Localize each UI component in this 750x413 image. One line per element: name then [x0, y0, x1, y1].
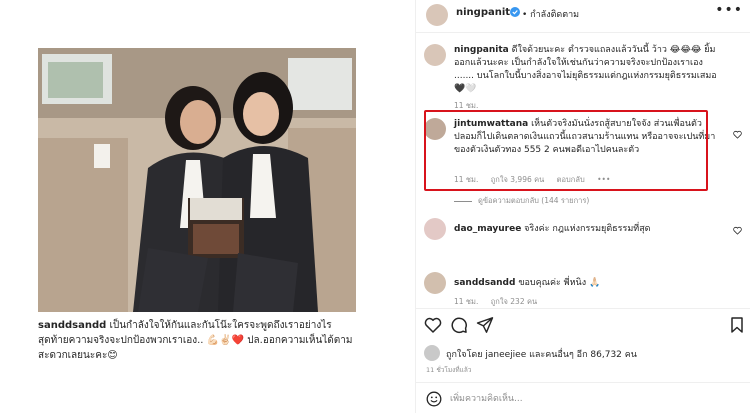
caption-body: ningpanita ดีใจด้วยนะคะ ตำรวจแถลงแล้ววัน…: [454, 44, 722, 96]
likes-row: ถูกใจโดย janeejiee และคนอื่นๆ อีก 86,732…: [424, 345, 746, 361]
comment-text: จริงค่ะ กฎแห่งกรรมยุติธรรมที่สุด: [521, 224, 651, 234]
emoji-icon[interactable]: [426, 391, 442, 407]
more-options-icon[interactable]: •••: [715, 2, 743, 18]
liker-avatar[interactable]: [424, 345, 440, 361]
post-photo: [38, 48, 356, 312]
comment-username[interactable]: dao_mayuree: [454, 224, 521, 234]
caption-time[interactable]: 11 ชม.: [454, 101, 478, 110]
author-avatar[interactable]: [426, 4, 448, 26]
comment-like-heart-icon[interactable]: [733, 226, 742, 235]
comment-body: sanddsandd ขอบคุณค่ะ พี่หนิง 🙏🏻: [454, 277, 722, 290]
action-bar: [424, 316, 746, 338]
post-caption: ningpanita ดีใจด้วยนะคะ ตำรวจแถลงแล้ววัน…: [424, 44, 724, 110]
following-label[interactable]: • กำลังติดตาม: [522, 7, 579, 21]
comment-body: dao_mayuree จริงค่ะ กฎแห่งกรรมยุติธรรมที…: [454, 223, 722, 236]
left-post-caption: sanddsandd เป็นกำลังใจให้กันและกันโน๊ะใค…: [38, 318, 364, 363]
comment-meta: 11 ชม. ถูกใจ 232 คน: [454, 296, 547, 308]
add-comment-input[interactable]: [450, 391, 730, 407]
view-replies-line: [454, 200, 472, 202]
left-post-panel: sanddsandd เป็นกำลังใจให้กันและกันโน๊ะใค…: [0, 0, 400, 413]
heart-icon[interactable]: [424, 316, 442, 334]
comments-panel: ningpanita • กำลังติดตาม ••• ningpanita …: [415, 0, 750, 413]
view-replies-label: ดูข้อความตอบกลับ (144 รายการ): [478, 196, 590, 205]
comment-text: ขอบคุณค่ะ พี่หนิง 🙏🏻: [515, 278, 601, 288]
actions-divider: [416, 308, 750, 309]
caption-avatar[interactable]: [424, 44, 446, 66]
bookmark-icon[interactable]: [728, 316, 746, 334]
comment-item: sanddsandd ขอบคุณค่ะ พี่หนิง 🙏🏻 11 ชม. ถ…: [424, 272, 724, 312]
left-caption-username[interactable]: sanddsandd: [38, 320, 106, 331]
comment-icon[interactable]: [450, 316, 468, 334]
highlight-box: [424, 110, 708, 191]
post-timestamp: 11 ชั่วโมงที่แล้ว: [426, 366, 472, 374]
comment-time[interactable]: 11 ชม.: [454, 297, 478, 306]
comment-username[interactable]: sanddsandd: [454, 278, 515, 288]
likes-count[interactable]: ถูกใจโดย janeejiee และคนอื่นๆ อีก 86,732…: [446, 347, 637, 361]
view-replies-button[interactable]: ดูข้อความตอบกลับ (144 รายการ): [454, 195, 589, 207]
author-username[interactable]: ningpanita: [456, 7, 517, 18]
verified-badge-icon: [510, 7, 520, 17]
header-divider: [416, 32, 750, 33]
share-icon[interactable]: [476, 316, 494, 334]
comment-item: dao_mayuree จริงค่ะ กฎแห่งกรรมยุติธรรมที…: [424, 218, 742, 258]
post-header: ningpanita • กำลังติดตาม •••: [416, 0, 750, 32]
comment-avatar[interactable]: [424, 218, 446, 240]
comment-like-heart-icon[interactable]: [733, 130, 742, 139]
add-comment-bar: [416, 382, 750, 413]
comment-avatar[interactable]: [424, 272, 446, 294]
comment-likes[interactable]: ถูกใจ 232 คน: [491, 297, 537, 306]
caption-username[interactable]: ningpanita: [454, 45, 509, 55]
